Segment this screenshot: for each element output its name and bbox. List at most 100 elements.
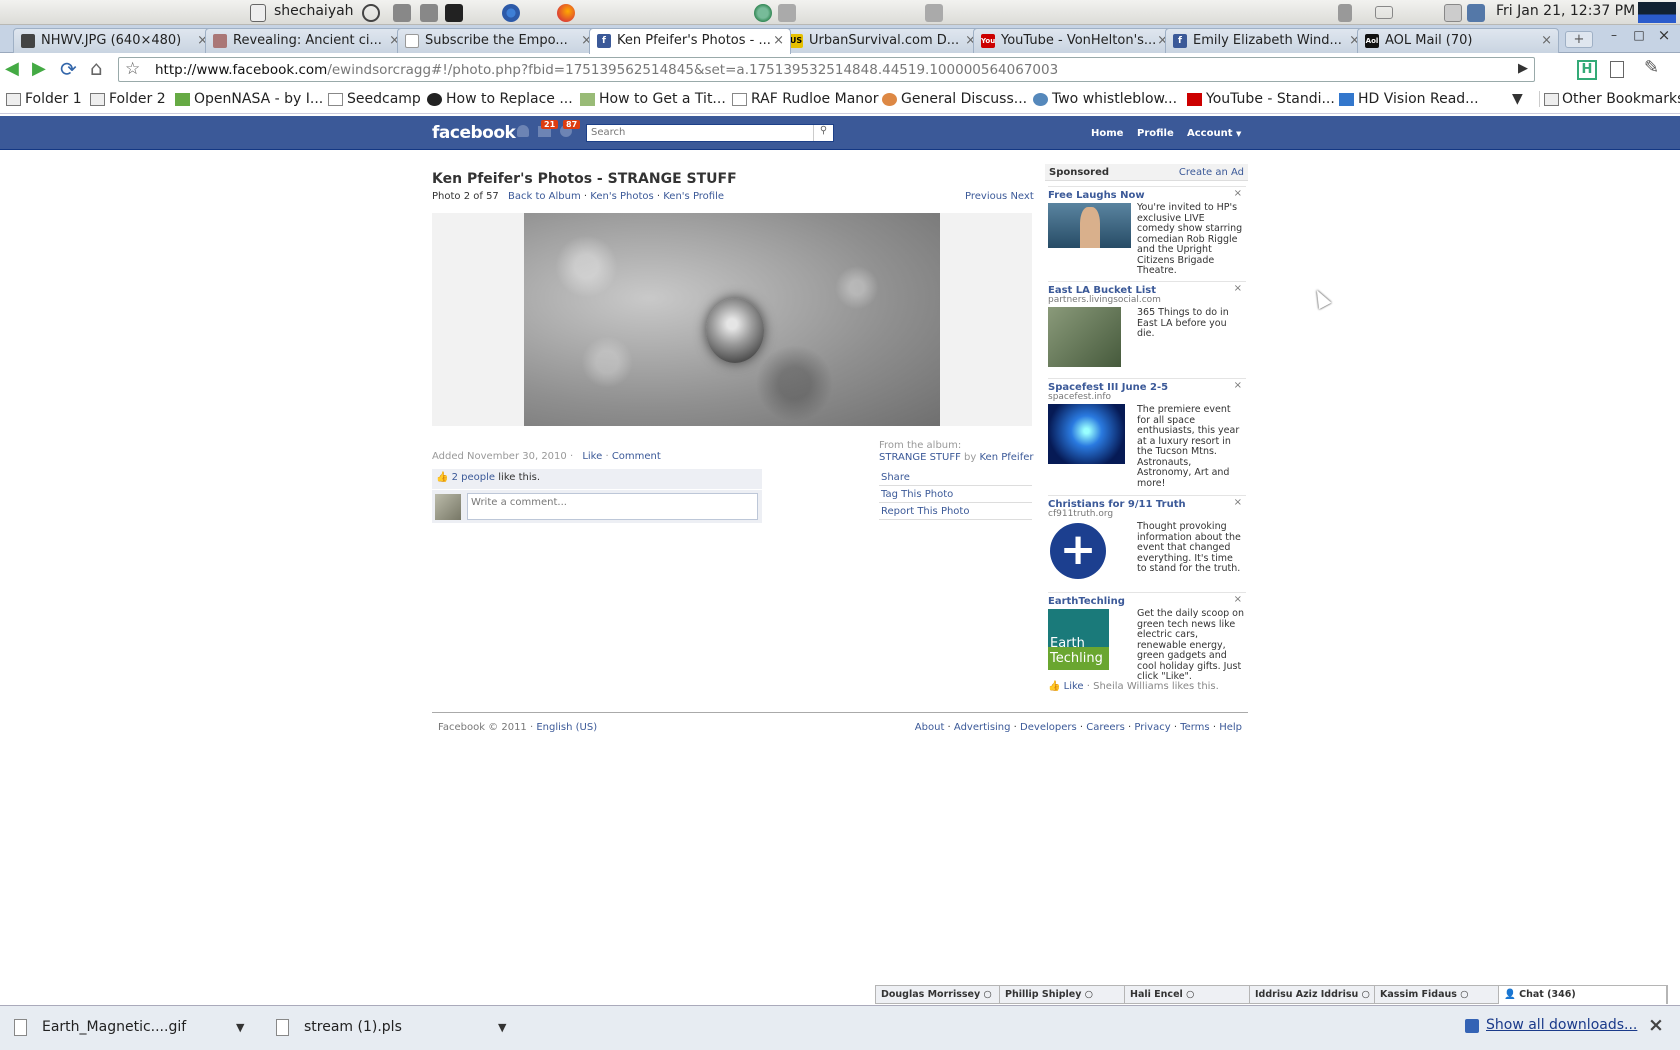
likers-link[interactable]: 2 people <box>452 472 495 483</box>
minimize-button[interactable]: – <box>1604 28 1624 44</box>
close-icon[interactable]: × <box>1234 283 1242 294</box>
footer-link-advertising[interactable]: Advertising <box>954 722 1011 733</box>
applications-icon[interactable] <box>420 4 438 22</box>
other-bookmarks[interactable]: Other Bookmarks <box>1539 91 1680 107</box>
terminal-icon[interactable] <box>445 4 463 22</box>
nav-account[interactable]: Account ▼ <box>1187 128 1241 139</box>
comment-link[interactable]: Comment <box>612 451 661 462</box>
page-menu-icon[interactable] <box>1610 61 1624 78</box>
forward-icon[interactable]: ▶ <box>32 58 46 79</box>
search-icon[interactable]: ⚲ <box>813 125 833 141</box>
maximize-button[interactable]: □ <box>1629 28 1649 44</box>
ad-image[interactable] <box>1048 203 1131 248</box>
bookmark-item[interactable]: Folder 2 <box>90 91 166 107</box>
bookmark-item[interactable]: RAF Rudloe Manor <box>732 91 878 107</box>
close-icon[interactable]: × <box>1648 1014 1664 1036</box>
kens-photos-link[interactable]: Ken's Photos <box>590 191 653 202</box>
chat-friend[interactable]: Douglas Morrissey ○ <box>876 986 1000 1004</box>
footer-link-careers[interactable]: Careers <box>1086 722 1125 733</box>
close-icon[interactable]: × <box>1234 594 1242 605</box>
tab-item[interactable]: Aol AOL Mail (70) × <box>1357 28 1559 53</box>
nav-profile[interactable]: Profile <box>1137 128 1174 139</box>
tab-item[interactable]: Subscribe the Empo... × <box>397 28 599 53</box>
bookmark-item[interactable]: YouTube - Standi... <box>1187 91 1335 107</box>
language-link[interactable]: English (US) <box>536 722 597 733</box>
footer-link-developers[interactable]: Developers <box>1020 722 1077 733</box>
album-link[interactable]: STRANGE STUFF <box>879 452 961 463</box>
previous-link[interactable]: Previous <box>965 191 1007 202</box>
bookmark-star-icon[interactable]: ☆ <box>125 59 140 79</box>
chat-button[interactable]: 👤 Chat (346) <box>1499 986 1667 1004</box>
ad-item[interactable]: × Free Laughs Now You're invited to HP's… <box>1048 186 1246 278</box>
close-icon[interactable]: × <box>1541 33 1552 48</box>
close-window-button[interactable]: × <box>1654 26 1674 44</box>
report-photo-link[interactable]: Report This Photo <box>881 506 969 517</box>
chat-friend[interactable]: Iddrisu Aziz Iddrisu ○ <box>1250 986 1375 1004</box>
chat-friend[interactable]: Hali Encel ○ <box>1125 986 1250 1004</box>
friend-requests-icon[interactable] <box>517 125 529 137</box>
system-monitor[interactable] <box>1638 2 1676 23</box>
footer-link-help[interactable]: Help <box>1219 722 1242 733</box>
notifications-badge[interactable]: 87 <box>563 120 581 129</box>
mail-icon[interactable] <box>1375 6 1393 19</box>
ad-image[interactable] <box>1048 404 1125 464</box>
network-icon[interactable] <box>1467 4 1485 22</box>
tab-item[interactable]: Revealing: Ancient ci... × <box>205 28 407 53</box>
footer-link-privacy[interactable]: Privacy <box>1134 722 1170 733</box>
tab-item[interactable]: US UrbanSurvival.com D... × <box>781 28 983 53</box>
globe-icon[interactable] <box>754 4 772 22</box>
volume-icon[interactable] <box>1338 4 1352 22</box>
chrome-icon[interactable] <box>502 4 520 22</box>
wrench-icon[interactable]: ✎ <box>1644 57 1659 78</box>
ad-title[interactable]: Free Laughs Now <box>1048 190 1145 201</box>
ad-item[interactable]: × EarthTechling Earth Techling Get the da… <box>1048 592 1246 704</box>
ad-item[interactable]: × East LA Bucket List partners.livingsoc… <box>1048 281 1246 377</box>
bookmark-item[interactable]: How to Get a Tit... <box>580 91 726 107</box>
chevron-down-icon[interactable]: ▼ <box>1512 91 1523 107</box>
bookmark-item[interactable]: HD Vision Read... <box>1339 91 1479 107</box>
back-icon[interactable]: ◀ <box>5 58 19 79</box>
url-text[interactable]: http://www.facebook.com/ewindsorcragg#!/… <box>155 62 1058 78</box>
address-bar[interactable]: ☆ http://www.facebook.com/ewindsorcragg#… <box>118 57 1535 82</box>
settings-icon[interactable] <box>393 4 411 22</box>
clock[interactable]: Fri Jan 21, 12:37 PM <box>1496 3 1635 19</box>
cross-logo-icon[interactable]: + <box>1050 523 1106 579</box>
next-link[interactable]: Next <box>1010 191 1033 202</box>
bookmark-item[interactable]: Seedcamp <box>328 91 421 107</box>
ad-title[interactable]: EarthTechling <box>1048 596 1125 607</box>
printer-icon[interactable] <box>1444 4 1462 22</box>
chevron-down-icon[interactable]: ▼ <box>498 1021 506 1034</box>
power-icon[interactable] <box>362 4 380 22</box>
tab-item-active[interactable]: f Ken Pfeifer's Photos - ... × <box>589 28 791 54</box>
footer-link-terms[interactable]: Terms <box>1180 722 1209 733</box>
chevron-down-icon[interactable]: ▼ <box>236 1021 244 1034</box>
chat-friend[interactable]: Phillip Shipley ○ <box>1000 986 1125 1004</box>
close-icon[interactable]: × <box>1234 380 1242 391</box>
photo-image[interactable] <box>524 213 940 426</box>
tab-item[interactable]: f Emily Elizabeth Wind... × <box>1165 28 1367 53</box>
comment-input[interactable]: Write a comment... <box>467 493 758 520</box>
firefox-icon[interactable] <box>557 4 575 22</box>
download-item[interactable]: Earth_Magnetic....gif ▼ <box>14 1017 258 1041</box>
kens-profile-link[interactable]: Ken's Profile <box>663 191 724 202</box>
ad-item[interactable]: × Spacefest III June 2-5 spacefest.info … <box>1048 378 1246 492</box>
download-item[interactable]: stream (1).pls ▼ <box>276 1017 520 1041</box>
folder-icon[interactable] <box>925 4 943 22</box>
close-icon[interactable]: × <box>773 33 784 48</box>
extension-icon[interactable]: H <box>1577 60 1597 80</box>
share-link[interactable]: Share <box>881 472 910 483</box>
bookmark-item[interactable]: General Discuss... <box>882 91 1027 107</box>
tab-item[interactable]: You YouTube - VonHelton's... × <box>973 28 1175 53</box>
owner-link[interactable]: Ken Pfeifer <box>980 452 1034 463</box>
home-icon[interactable]: ⌂ <box>90 56 103 80</box>
back-to-album-link[interactable]: Back to Album <box>508 191 581 202</box>
show-all-downloads-link[interactable]: Show all downloads... <box>1486 1017 1637 1033</box>
tab-item[interactable]: NHWV.JPG (640×480) × <box>13 28 215 53</box>
close-icon[interactable]: × <box>1234 497 1242 508</box>
messages-badge[interactable]: 21 <box>541 120 559 129</box>
bookmark-item[interactable]: How to Replace ... <box>427 91 573 107</box>
facebook-logo[interactable]: facebook <box>432 123 516 143</box>
username[interactable]: shechaiyah <box>274 3 354 19</box>
tag-photo-link[interactable]: Tag This Photo <box>881 489 953 500</box>
ad-item[interactable]: × Christians for 9/11 Truth cf911truth.o… <box>1048 495 1246 590</box>
